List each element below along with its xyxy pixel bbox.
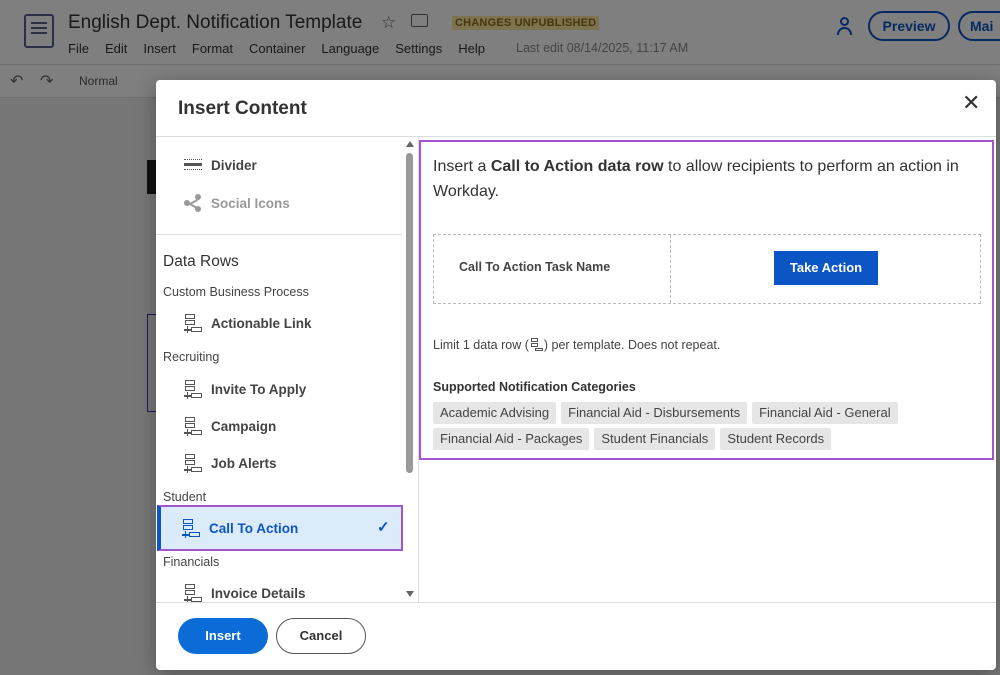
list-scrollbar[interactable] (402, 137, 418, 602)
preview-description: Insert a Call to Action data row to allo… (433, 158, 959, 200)
item-label: Job Alerts (211, 455, 277, 471)
category-tag: Student Financials (594, 428, 716, 450)
data-row-icon (184, 416, 202, 436)
group-heading: Custom Business Process (163, 285, 309, 299)
category-tag: Student Records (720, 428, 832, 450)
item-label: Actionable Link (211, 315, 312, 331)
item-label: Call To Action (209, 520, 299, 536)
section-divider (156, 234, 402, 235)
close-icon[interactable]: ✕ (962, 92, 980, 114)
scroll-up-arrow-icon[interactable] (406, 141, 414, 147)
data-row-icon (530, 338, 543, 352)
content-list: Divider Social Icons Data Rows Custom Bu… (156, 137, 418, 602)
categories-heading: Supported Notification Categories (433, 380, 636, 394)
share-icon (184, 193, 202, 213)
scroll-down-arrow-icon[interactable] (406, 591, 414, 597)
data-row-icon (184, 453, 202, 473)
group-heading: Recruiting (163, 350, 220, 364)
sample-data-row: Call To Action Task Name Take Action (433, 234, 981, 304)
take-action-button: Take Action (774, 251, 878, 285)
item-label: Divider (211, 157, 257, 173)
insert-content-dialog: Insert Content ✕ Divider Social Icons Da… (156, 80, 996, 670)
sample-cell-divider (670, 235, 671, 303)
data-rows-heading: Data Rows (163, 253, 239, 270)
scroll-thumb[interactable] (406, 153, 413, 473)
footer-divider (156, 602, 996, 603)
data-row-icon (184, 379, 202, 399)
sample-task-name: Call To Action Task Name (459, 260, 611, 274)
category-tags: Academic Advising Financial Aid - Disbur… (433, 402, 943, 450)
limit-note: Limit 1 data row ( ) per template. Does … (433, 338, 721, 352)
category-tag: Financial Aid - General (752, 402, 898, 424)
list-item-invoice-details[interactable]: Invoice Details (156, 576, 402, 602)
data-row-icon (184, 583, 202, 602)
preview-panel: Insert a Call to Action data row to allo… (419, 140, 994, 460)
list-item-job-alerts[interactable]: Job Alerts (156, 446, 402, 480)
category-tag: Academic Advising (433, 402, 557, 424)
item-label: Invite To Apply (211, 381, 307, 397)
category-tag: Financial Aid - Packages (433, 428, 590, 450)
dialog-title: Insert Content (178, 98, 307, 119)
group-heading: Financials (163, 555, 220, 569)
item-label: Campaign (211, 418, 277, 434)
preview-highlight: Call to Action data row (490, 158, 664, 175)
item-label: Invoice Details (211, 585, 306, 601)
data-row-icon (182, 518, 200, 538)
list-item-call-to-action[interactable]: Call To Action ✓ (157, 505, 403, 551)
data-row-icon (184, 313, 202, 333)
item-label: Social Icons (211, 195, 290, 211)
list-item-actionable-link[interactable]: Actionable Link (156, 306, 402, 340)
insert-button[interactable]: Insert (178, 618, 268, 654)
cancel-button[interactable]: Cancel (276, 618, 366, 654)
list-item-campaign[interactable]: Campaign (156, 409, 402, 443)
divider-icon (184, 155, 202, 175)
group-heading: Student (163, 490, 207, 504)
check-icon: ✓ (377, 519, 390, 536)
category-tag: Financial Aid - Disbursements (561, 402, 748, 424)
list-item-social-icons[interactable]: Social Icons (156, 186, 402, 220)
list-item-divider[interactable]: Divider (156, 148, 402, 182)
list-item-invite-to-apply[interactable]: Invite To Apply (156, 372, 402, 406)
